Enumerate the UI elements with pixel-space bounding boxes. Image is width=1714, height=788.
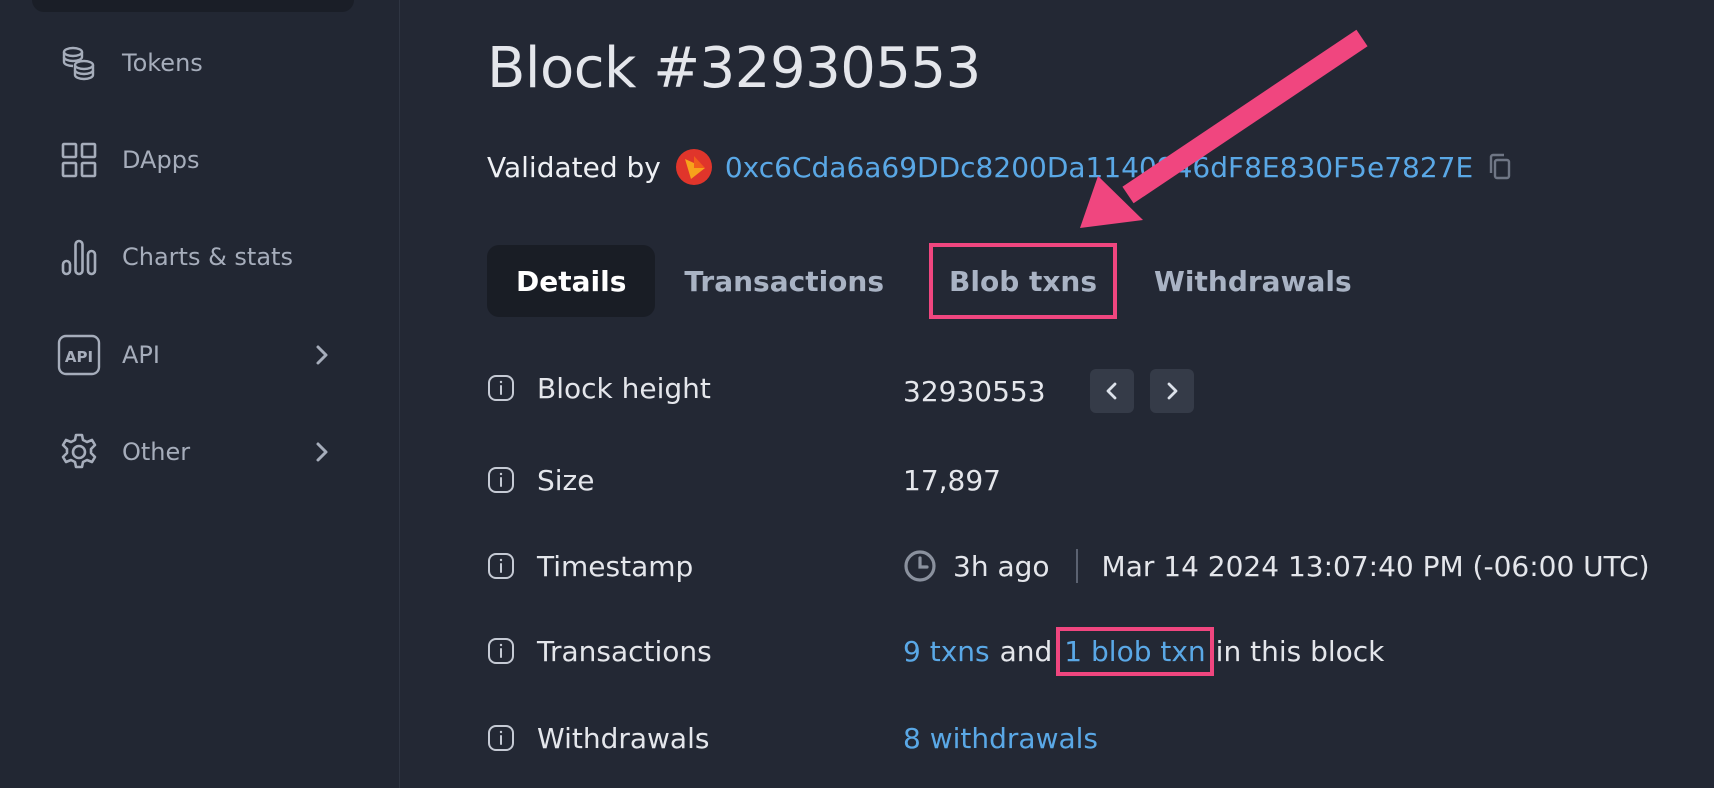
info-icon[interactable]: [487, 552, 515, 580]
row-value: 32930553: [903, 369, 1194, 413]
tab-details[interactable]: Details: [487, 245, 656, 317]
sidebar-item-charts[interactable]: Charts & stats: [56, 229, 356, 285]
info-icon[interactable]: [487, 466, 515, 494]
timestamp-absolute: Mar 14 2024 13:07:40 PM (-06:00 UTC): [1101, 549, 1650, 583]
svg-text:API: API: [65, 348, 93, 366]
tab-transactions[interactable]: Transactions: [655, 245, 913, 317]
clock-icon: [903, 549, 937, 583]
txns-link[interactable]: 9 txns: [903, 635, 990, 668]
main-content: Block #32930553 Validated by 0xc6Cda6a69…: [487, 0, 1714, 788]
row-label: Size: [537, 463, 595, 497]
blob-txn-link[interactable]: 1 blob txn: [1056, 626, 1214, 676]
sidebar: Tokens DApps Charts & stats API API Othe…: [0, 0, 400, 788]
timestamp-relative: 3h ago: [953, 549, 1050, 583]
gear-icon: [56, 429, 102, 475]
info-icon[interactable]: [487, 724, 515, 752]
sidebar-item-other[interactable]: Other: [56, 424, 356, 480]
page-title: Block #32930553: [487, 36, 981, 101]
sidebar-item-tokens[interactable]: Tokens: [56, 35, 356, 91]
sidebar-item-label: API: [122, 341, 160, 369]
sidebar-active-item-bg: [32, 0, 354, 12]
tab-withdrawals[interactable]: Withdrawals: [1125, 245, 1381, 317]
detail-row-withdrawals: Withdrawals 8 withdrawals: [487, 716, 1714, 760]
validator-avatar: [675, 148, 713, 186]
block-height-value: 32930553: [903, 374, 1046, 408]
sidebar-item-label: Other: [122, 438, 191, 466]
detail-row-block-height: Block height 32930553: [487, 366, 1714, 413]
row-value: 3h ago Mar 14 2024 13:07:40 PM (-06:00 U…: [903, 549, 1650, 583]
validator-row: Validated by 0xc6Cda6a69DDc8200Da1140946…: [487, 145, 1515, 189]
detail-row-transactions: Transactions 9 txns and 1 blob txn in th…: [487, 626, 1714, 676]
copy-icon[interactable]: [1485, 152, 1515, 182]
withdrawals-link[interactable]: 8 withdrawals: [903, 722, 1098, 755]
in-block-text: in this block: [1215, 634, 1385, 668]
prev-block-button[interactable]: [1089, 369, 1134, 413]
divider: [1075, 549, 1078, 583]
tab-blob-txns[interactable]: Blob txns: [929, 243, 1118, 319]
grid-icon: [56, 137, 102, 183]
sidebar-item-label: Tokens: [122, 49, 203, 77]
chevron-right-icon: [308, 438, 336, 466]
validator-address-link[interactable]: 0xc6Cda6a69DDc8200Da1140946dF8E830F5e782…: [725, 151, 1473, 184]
api-icon: API: [56, 332, 102, 378]
next-block-button[interactable]: [1149, 369, 1194, 413]
row-value: 9 txns and 1 blob txn in this block: [903, 626, 1385, 676]
detail-row-size: Size 17,897: [487, 458, 1714, 502]
validated-by-label: Validated by: [487, 150, 661, 184]
row-label: Timestamp: [537, 549, 694, 583]
sidebar-item-dapps[interactable]: DApps: [56, 132, 356, 188]
block-tabs: Details Transactions Blob txns Withdrawa…: [487, 243, 1381, 319]
size-value: 17,897: [903, 463, 1001, 497]
coins-icon: [56, 40, 102, 86]
row-label: Transactions: [537, 634, 712, 668]
bar-chart-icon: [56, 234, 102, 280]
sidebar-item-api[interactable]: API API: [56, 327, 356, 383]
row-label: Block height: [537, 371, 711, 405]
detail-row-timestamp: Timestamp 3h ago Mar 14 2024 13:07:40 PM…: [487, 544, 1714, 588]
info-icon[interactable]: [487, 637, 515, 665]
sidebar-item-label: DApps: [122, 146, 200, 174]
sidebar-item-label: Charts & stats: [122, 243, 293, 271]
info-icon[interactable]: [487, 374, 515, 402]
chevron-right-icon: [308, 341, 336, 369]
and-text: and: [999, 634, 1053, 668]
row-label: Withdrawals: [537, 721, 710, 755]
